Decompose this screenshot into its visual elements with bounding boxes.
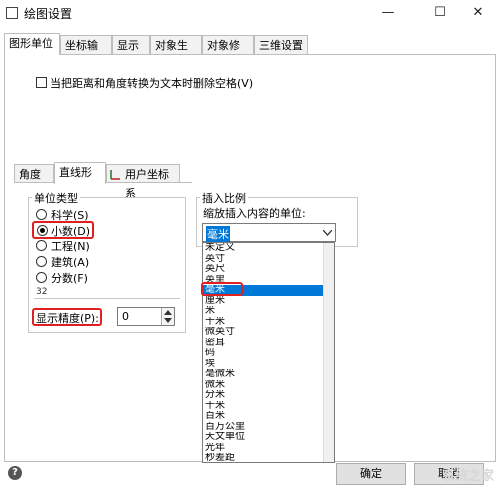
ok-button[interactable]: 确定 xyxy=(336,463,406,485)
list-item[interactable]: 百米 xyxy=(203,411,324,422)
list-item[interactable]: 英寸 xyxy=(203,254,324,265)
list-item[interactable]: 微米 xyxy=(203,380,324,391)
window-title: 绘图设置 xyxy=(24,7,73,21)
list-scrollbar[interactable] xyxy=(323,243,334,462)
tab-coordinate-input[interactable]: 坐标输入 xyxy=(60,35,112,71)
spin-up-icon[interactable] xyxy=(164,310,172,315)
subtab-ucs[interactable]: 用户坐标系 xyxy=(106,164,180,200)
precision-spinner[interactable]: 0 xyxy=(117,307,175,326)
insert-units-selected: 毫米 xyxy=(206,226,230,242)
help-icon[interactable]: ? xyxy=(8,466,22,480)
subtab-angle[interactable]: 角度 xyxy=(14,164,54,183)
subtab-linear[interactable]: 直线形 xyxy=(54,162,106,184)
list-item[interactable]: 千米 xyxy=(203,317,324,328)
insert-units-options: 未定义 英寸 英尺 英里 毫米 厘米米千米 微英寸 密耳码埃毫微米 微米 分米 十米 百米 百万公里 天文… xyxy=(203,243,324,462)
list-item[interactable]: 毫微米 xyxy=(203,369,324,380)
close-button[interactable]: ✕ xyxy=(456,0,500,26)
remove-spaces-checkbox[interactable] xyxy=(36,77,47,88)
list-item[interactable]: 百万公里 xyxy=(203,422,324,433)
list-item[interactable]: 十米 xyxy=(203,401,324,412)
list-item[interactable]: 未定义 xyxy=(203,243,324,254)
highlight-millimeter xyxy=(201,282,243,296)
tab-drawing-units[interactable]: 图形单位 xyxy=(4,33,60,55)
list-item[interactable]: 天文单位 xyxy=(203,432,324,443)
list-item[interactable]: 分米 xyxy=(203,390,324,401)
tab-object-creation[interactable]: 对象生成 xyxy=(150,35,202,71)
insert-scale-legend: 插入比例 xyxy=(200,190,248,206)
radio-scientific[interactable] xyxy=(36,209,47,220)
radio-fractional-label: 分数(F) xyxy=(51,272,88,285)
chevron-down-icon xyxy=(323,230,332,236)
list-item[interactable]: 英尺 xyxy=(203,264,324,275)
precision-label: 显示精度(P): xyxy=(36,312,99,325)
list-item[interactable]: 埃 xyxy=(203,359,324,370)
radio-decimal-label: 小数(D) xyxy=(51,225,91,238)
unit-type-legend: 单位类型 xyxy=(32,190,80,206)
app-icon xyxy=(6,7,18,19)
tab-display[interactable]: 显示 xyxy=(112,35,150,54)
radio-fractional[interactable] xyxy=(36,272,47,283)
spinner-buttons xyxy=(161,308,174,325)
spin-down-icon[interactable] xyxy=(164,318,172,323)
insert-scale-label: 缩放插入内容的单位: xyxy=(203,207,306,220)
list-item[interactable]: 光年 xyxy=(203,443,324,454)
radio-architectural[interactable] xyxy=(36,256,47,267)
radio-engineering[interactable] xyxy=(36,240,47,251)
radio-engineering-label: 工程(N) xyxy=(51,240,90,253)
sample-divider xyxy=(34,298,180,299)
list-item[interactable]: 厘米 xyxy=(203,296,324,307)
watermark-text: 系统之家 xyxy=(441,469,494,484)
list-item[interactable]: 码 xyxy=(203,348,324,359)
insert-units-list[interactable]: 未定义 英寸 英尺 英里 毫米 厘米米千米 微英寸 密耳码埃毫微米 微米 分米 十米 百米 百万公里 天文… xyxy=(202,242,335,463)
list-item[interactable]: 秒差距 xyxy=(203,453,324,462)
minimize-button[interactable]: — xyxy=(366,0,410,26)
remove-spaces-label: 当把距离和角度转换为文本时删除空格(V) xyxy=(50,77,254,90)
tab-object-modify[interactable]: 对象修改 xyxy=(202,35,254,71)
sample-output: 32 xyxy=(36,287,48,297)
ucs-icon xyxy=(110,170,120,180)
radio-decimal[interactable] xyxy=(37,225,48,236)
list-item[interactable]: 密耳 xyxy=(203,338,324,349)
precision-value: 0 xyxy=(122,310,129,323)
list-item[interactable]: 微英寸 xyxy=(203,327,324,338)
tab-3d-settings[interactable]: 三维设置 xyxy=(254,35,308,54)
radio-architectural-label: 建筑(A) xyxy=(51,256,90,269)
list-item[interactable]: 米 xyxy=(203,306,324,317)
insert-units-dropdown[interactable]: 毫米 xyxy=(202,223,336,242)
